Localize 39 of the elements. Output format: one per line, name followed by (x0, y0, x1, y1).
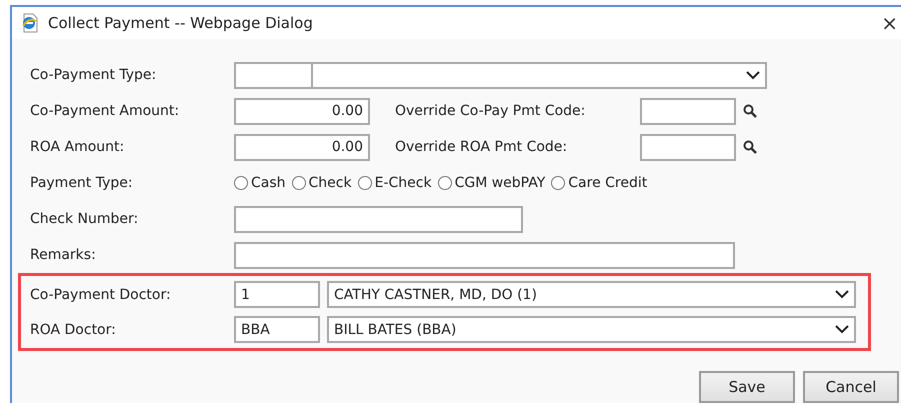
field-label: Remarks: (29, 247, 97, 263)
code-field[interactable]: BBA (234, 316, 320, 343)
field-label: Co-Payment Doctor: (29, 286, 172, 302)
amount-field[interactable]: 0.00 (234, 134, 370, 160)
dropdown-value: CATHY CASTNER, MD, DO (1) (334, 286, 537, 302)
field-label: Override ROA Pmt Code: (395, 139, 568, 155)
dropdown-value: BILL BATES (BBA) (334, 322, 456, 338)
close-button[interactable]: × (881, 13, 898, 33)
dropdown-field[interactable]: BILL BATES (BBA) (327, 316, 856, 343)
dropdown-field[interactable]: CATHY CASTNER, MD, DO (1) (327, 281, 856, 308)
field-label: ROA Amount: (29, 139, 126, 155)
radio-option[interactable]: CGM webPAY (438, 175, 546, 191)
browser-page-icon (20, 13, 40, 33)
code-field[interactable] (640, 98, 736, 124)
chevron-down-icon (835, 325, 849, 334)
dialog-button[interactable]: Save (699, 371, 795, 403)
input-field[interactable] (234, 206, 523, 232)
chevron-down-icon (835, 290, 849, 299)
amount-field[interactable]: 0.00 (234, 98, 370, 124)
dialog-button[interactable]: Cancel (803, 371, 899, 403)
radio-option[interactable]: Cash (234, 175, 286, 191)
code-field[interactable] (640, 134, 736, 160)
input-field[interactable] (234, 242, 735, 268)
radio-option[interactable]: Check (292, 175, 352, 191)
code-field[interactable] (234, 62, 312, 88)
field-label: Override Co-Pay Pmt Code: (395, 103, 586, 119)
field-label: Check Number: (29, 211, 140, 227)
field-label: Co-Payment Type: (29, 67, 158, 83)
field-label: Co-Payment Amount: (29, 103, 180, 119)
dropdown-field[interactable] (312, 62, 767, 88)
search-icon[interactable] (743, 140, 757, 154)
code-field[interactable]: 1 (234, 281, 320, 308)
search-icon[interactable] (743, 104, 757, 118)
radio-option[interactable]: Care Credit (551, 175, 648, 191)
chevron-down-icon (746, 70, 760, 80)
radio-option[interactable]: E-Check (358, 175, 432, 191)
field-label: Payment Type: (29, 175, 134, 191)
window-title: Collect Payment -- Webpage Dialog (48, 14, 313, 32)
field-label: ROA Doctor: (29, 322, 117, 338)
